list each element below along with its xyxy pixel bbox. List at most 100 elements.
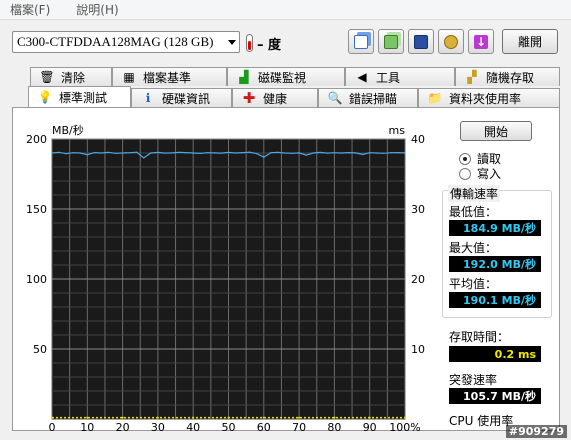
transfer-rate-point [256, 152, 258, 155]
exit-button[interactable]: 離開 [502, 29, 558, 54]
transfer-rate-point [65, 153, 67, 155]
options-button[interactable] [438, 29, 464, 54]
x-tick-label: 70 [292, 421, 306, 431]
access-time-point [227, 416, 230, 419]
transfer-rate-point [305, 154, 307, 156]
transfer-rate-point [326, 152, 328, 154]
transfer-rate-point [397, 151, 399, 154]
transfer-rate-point [369, 152, 371, 154]
transfer-rate-point [249, 151, 251, 153]
x-tick-label: 90 [363, 421, 377, 431]
access-time-point [298, 416, 301, 419]
tab-label: 錯誤掃瞄 [349, 91, 398, 106]
y2-tick-label: 30 [411, 203, 425, 216]
menu-help[interactable]: 說明(H) [76, 1, 118, 18]
transfer-rate-point [312, 152, 314, 154]
burst-rate-label: 突發速率 [449, 373, 498, 387]
tab-label: 隨機存取 [486, 70, 535, 85]
transfer-rate-point [100, 152, 103, 154]
transfer-rate-point [319, 151, 321, 154]
menu-bar: 檔案(F) 說明(H) [0, 0, 571, 20]
copy-text-button[interactable] [348, 29, 374, 54]
x-tick-label: 80 [327, 421, 341, 431]
tab-disk-info[interactable]: ℹ 硬碟資訊 [131, 88, 232, 107]
transfer-rate-point [79, 152, 81, 154]
transfer-rate-point [362, 153, 364, 156]
transfer-rate-point [383, 152, 385, 154]
tab-label: 清除 [61, 70, 86, 85]
bulb-icon: 💡 [37, 90, 53, 104]
min-label: 最低值： [449, 205, 498, 219]
transfer-rate-point [291, 152, 293, 154]
transfer-rate-point [354, 152, 357, 154]
access-time-point [333, 416, 336, 419]
transfer-rate-point [242, 151, 244, 154]
floppy-disk-icon [414, 34, 428, 49]
y-tick-label: 150 [26, 203, 47, 216]
transfer-rate-point [390, 152, 392, 154]
y-tick-label: 200 [26, 133, 47, 146]
copy-image-icon [384, 34, 398, 49]
trash-icon: 🗑 [39, 70, 55, 84]
access-time-point [262, 416, 265, 419]
tab-random-access[interactable]: ▞ 隨機存取 [455, 67, 560, 86]
access-time-point [86, 416, 89, 419]
drive-select-value: C300-CTFDDAA128MAG (128 GB) [17, 34, 214, 49]
health-cross-icon: ✚ [242, 89, 256, 107]
download-button[interactable]: ↓ [468, 29, 494, 54]
tab-file-benchmark[interactable]: ▦ 檔案基準 [112, 67, 227, 86]
transfer-rate-point [404, 152, 406, 154]
copy-image-button[interactable] [378, 29, 404, 54]
max-value: 192.0 MB/秒 [449, 256, 541, 272]
drive-select[interactable]: C300-CTFDDAA128MAG (128 GB) [12, 31, 240, 53]
x-tick-label: 30 [151, 421, 165, 431]
tab-health[interactable]: ✚ 健康 [232, 88, 318, 107]
x-tick-label: 40 [186, 421, 200, 431]
write-radio[interactable]: 寫入 [459, 165, 501, 182]
access-time-point [51, 416, 53, 419]
y2-tick-label: 10 [411, 343, 425, 356]
y2-tick-label: 40 [411, 133, 425, 146]
transfer-rate-point [157, 151, 159, 154]
tab-benchmark[interactable]: 💡 標準測試 [28, 86, 131, 107]
tab-tools[interactable]: ◀ 工具 [345, 67, 455, 86]
transfer-rate-point [51, 152, 53, 154]
transfer-rate-title: 傳輸速率 [448, 185, 501, 202]
access-time-point [192, 416, 195, 419]
start-button[interactable]: 開始 [460, 121, 532, 141]
tab-folder-usage[interactable]: 📁 資料夾使用率 [418, 88, 560, 107]
transfer-rate-point [164, 152, 166, 154]
temperature-display: – 度 [246, 32, 281, 54]
transfer-rate-point [333, 152, 335, 154]
disk-monitor-icon: ▟ [239, 70, 249, 84]
transfer-rate-point [178, 151, 180, 153]
speaker-tools-icon: ◀ [357, 70, 367, 84]
tab-label: 工具 [376, 70, 401, 85]
access-time-point [121, 416, 124, 419]
x-tick-label: 20 [116, 421, 130, 431]
down-arrow-icon: ↓ [474, 34, 488, 49]
transfer-rate-point [206, 152, 208, 154]
cpu-usage-label: CPU 使用率 [449, 414, 514, 428]
watermark: #909279 [505, 425, 567, 438]
transfer-rate-point [220, 152, 223, 154]
tab-disk-monitor[interactable]: ▟ 磁碟監視 [227, 67, 345, 86]
transfer-rate-point [129, 152, 131, 154]
save-button[interactable] [408, 29, 434, 54]
transfer-rate-point [347, 151, 350, 154]
transfer-rate-point [284, 152, 286, 154]
tab-error-scan[interactable]: 🔍 錯誤掃瞄 [318, 88, 418, 107]
left-axis-unit: MB/秒 [52, 123, 84, 137]
avg-value: 190.1 MB/秒 [449, 292, 541, 308]
transfer-rate-point [277, 151, 279, 153]
x-tick-label: 60 [257, 421, 271, 431]
x-tick-label: 100% [389, 421, 420, 431]
access-time-value: 0.2 ms [449, 346, 541, 362]
chevron-down-icon [228, 40, 236, 45]
transfer-rate-point [376, 152, 378, 154]
temperature-value: – 度 [257, 37, 282, 53]
transfer-rate-point [192, 152, 194, 154]
menu-file[interactable]: 檔案(F) [10, 1, 50, 18]
y-tick-label: 50 [33, 343, 47, 356]
tab-erase[interactable]: 🗑 清除 [30, 67, 112, 86]
